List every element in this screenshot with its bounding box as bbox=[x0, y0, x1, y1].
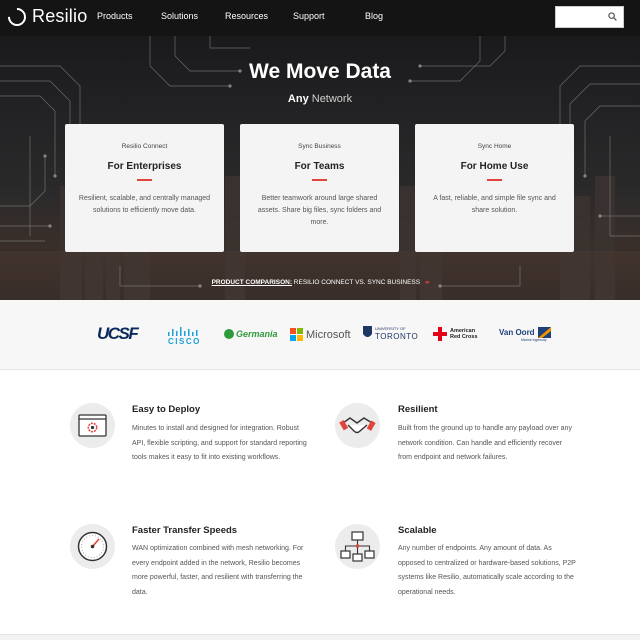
hero-subtitle-light: Network bbox=[311, 93, 353, 105]
cisco-bars-icon bbox=[168, 327, 198, 336]
van-oord-flag-icon bbox=[537, 327, 551, 338]
hero-subtitle: Any Network bbox=[0, 93, 640, 105]
red-cross-wordmark: American Red Cross bbox=[450, 328, 478, 340]
card-description: A fast, reliable, and simple file sync a… bbox=[433, 195, 556, 214]
card-title: For Home Use bbox=[460, 161, 529, 172]
cisco-logo: CISCO bbox=[168, 327, 201, 346]
card-divider bbox=[487, 179, 502, 181]
germania-logo-text: Germania bbox=[236, 329, 278, 339]
product-comparison-link[interactable]: PRODUCT COMPARISON: RESILIO CONNECT VS. … bbox=[0, 279, 640, 286]
resilio-logo-icon bbox=[4, 3, 30, 30]
germania-leaf-icon bbox=[224, 329, 234, 339]
feature-description: Minutes to install and designed for inte… bbox=[132, 425, 307, 462]
red-cross-text-2: Red Cross bbox=[450, 334, 478, 340]
comparison-text: RESILIO CONNECT VS. SYNC BUSINESS bbox=[293, 279, 421, 286]
card-description: Better teamwork around large shared asse… bbox=[257, 195, 382, 226]
nav-item-blog[interactable]: Blog bbox=[365, 11, 383, 21]
feature-title: Scalable bbox=[398, 525, 437, 536]
card-teams[interactable]: Sync Business For Teams Better teamwork … bbox=[240, 124, 399, 252]
network-icon bbox=[335, 524, 380, 569]
card-title: For Enterprises bbox=[107, 161, 182, 172]
card-kicker: Sync Home bbox=[477, 143, 512, 150]
ucsf-logo-text: UCSF bbox=[97, 324, 139, 343]
feature-title: Faster Transfer Speeds bbox=[132, 525, 238, 536]
toronto-wordmark: UNIVERSITY OF TORONTO bbox=[375, 325, 418, 341]
top-nav-bar: Resilio Products Solutions Resources Sup… bbox=[0, 0, 640, 36]
search-box bbox=[555, 6, 624, 28]
hero-subtitle-bold: Any bbox=[287, 93, 309, 105]
ucsf-logo: UCSF bbox=[97, 324, 139, 344]
card-title: For Teams bbox=[294, 161, 345, 172]
feature-title: Resilient bbox=[398, 404, 438, 415]
van-oord-tagline: Marine ingenuity bbox=[521, 338, 547, 342]
crest-icon bbox=[363, 326, 372, 337]
microsoft-windows-icon bbox=[290, 328, 303, 341]
hero-title: We Move Data bbox=[249, 60, 391, 83]
feature-description: Any number of endpoints. Any amount of d… bbox=[398, 545, 576, 597]
card-home-use[interactable]: Sync Home For Home Use A fast, reliable,… bbox=[415, 124, 574, 252]
germania-logo: Germania bbox=[224, 329, 278, 339]
nav-item-solutions[interactable]: Solutions bbox=[161, 11, 198, 21]
hero-section: We Move Data Any Network Resilio Connect… bbox=[0, 36, 640, 300]
cisco-logo-text: CISCO bbox=[168, 337, 201, 346]
chevrons-right-icon: ››› bbox=[424, 279, 429, 286]
red-cross-icon bbox=[433, 327, 447, 341]
customer-logos-strip: UCSF CISCO Germania Microsoft UNIVERSITY… bbox=[0, 300, 640, 370]
speedometer-icon bbox=[70, 524, 115, 569]
comparison-label: PRODUCT COMPARISON: bbox=[211, 279, 292, 286]
card-divider bbox=[137, 179, 152, 181]
card-divider bbox=[312, 179, 327, 181]
card-kicker: Resilio Connect bbox=[121, 143, 168, 150]
nav-item-support[interactable]: Support bbox=[293, 11, 325, 21]
card-enterprises[interactable]: Resilio Connect For Enterprises Resilien… bbox=[65, 124, 224, 252]
search-input[interactable] bbox=[556, 7, 606, 28]
van-oord-logo: Van Oord Marine ingenuity bbox=[499, 327, 551, 342]
card-description: Resilient, scalable, and centrally manag… bbox=[78, 195, 211, 214]
card-kicker: Sync Business bbox=[298, 143, 341, 150]
microsoft-logo-text: Microsoft bbox=[306, 328, 351, 341]
brand-name: Resilio bbox=[32, 6, 88, 26]
footer-edge bbox=[0, 634, 640, 640]
feature-description: Built from the ground up to handle any p… bbox=[398, 425, 572, 462]
red-cross-logo: American Red Cross bbox=[433, 327, 478, 341]
gear-window-icon bbox=[70, 403, 115, 448]
toronto-logo: UNIVERSITY OF TORONTO bbox=[363, 325, 418, 341]
nav-item-products[interactable]: Products bbox=[97, 11, 133, 21]
microsoft-logo: Microsoft bbox=[290, 328, 351, 341]
resilio-logo[interactable]: Resilio bbox=[4, 3, 88, 30]
search-icon[interactable] bbox=[608, 12, 617, 21]
handshake-icon bbox=[335, 403, 380, 448]
toronto-text: TORONTO bbox=[375, 332, 419, 341]
feature-title: Easy to Deploy bbox=[132, 404, 201, 415]
nav-item-resources[interactable]: Resources bbox=[225, 11, 268, 21]
van-oord-text: Van Oord bbox=[499, 328, 535, 337]
feature-description: WAN optimization combined with mesh netw… bbox=[132, 545, 304, 597]
